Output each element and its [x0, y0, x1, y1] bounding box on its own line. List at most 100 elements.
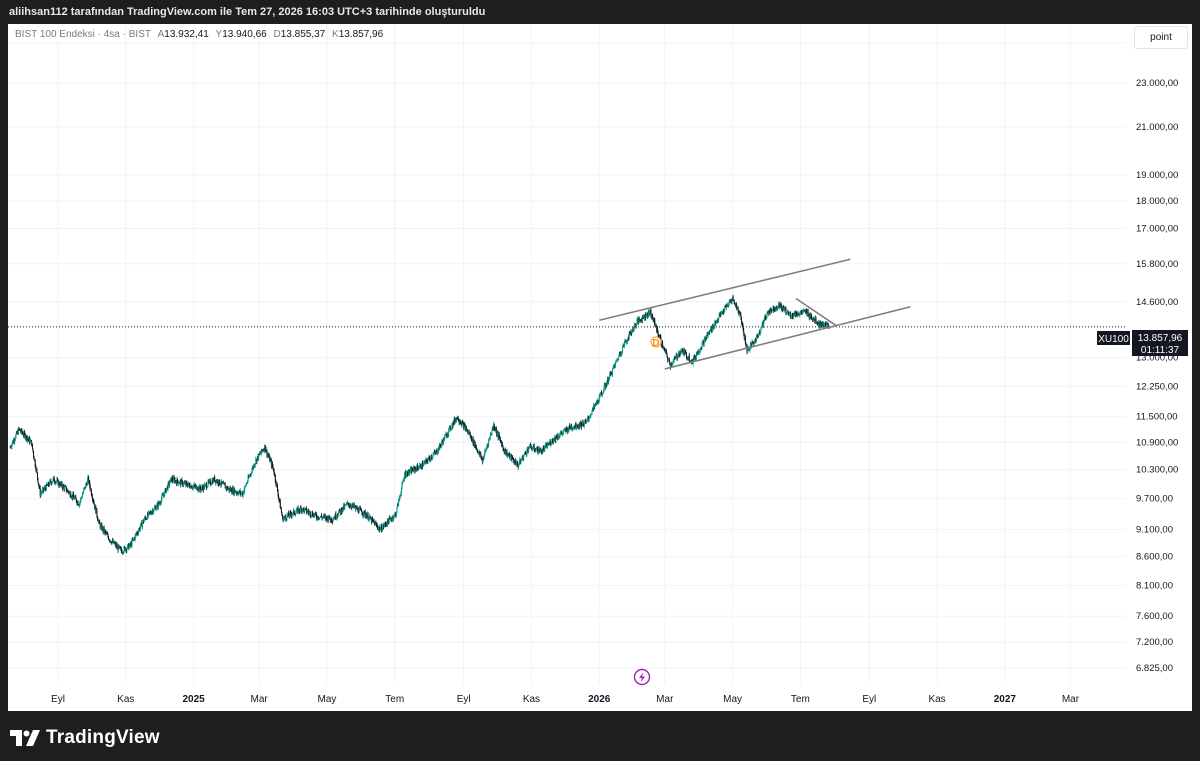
candle-body: [284, 516, 286, 518]
candle-body: [540, 448, 542, 451]
candle-body: [815, 317, 817, 323]
candle-body: [612, 368, 614, 375]
candle-body: [37, 477, 39, 483]
price-tick-label: 8.100,00: [1136, 580, 1173, 591]
low-value: 13.855,37: [280, 29, 326, 40]
candle-body: [685, 352, 687, 358]
candle-body: [432, 454, 434, 458]
price-tick-label: 7.600,00: [1136, 611, 1173, 622]
dividend-marker[interactable]: D: [650, 336, 662, 349]
price-tick-label: 9.700,00: [1136, 494, 1173, 505]
price-tick-label: 19.000,00: [1136, 170, 1178, 181]
candle-body: [420, 464, 422, 469]
candle-body: [560, 432, 562, 434]
candle-body: [169, 482, 171, 485]
time-tick-label: May: [723, 694, 742, 705]
candle-body: [51, 482, 53, 484]
candle-body: [583, 424, 585, 427]
price-tag: XU100 13.857,96 01:11:37: [1097, 330, 1188, 356]
time-tick-label: Tem: [791, 694, 810, 705]
candle-body: [622, 347, 624, 352]
candle-body: [278, 495, 280, 498]
time-tick-label: Eyl: [862, 694, 876, 705]
candle-body: [93, 502, 95, 504]
candle-body: [409, 469, 411, 472]
price-tick-label: 21.000,00: [1136, 122, 1178, 133]
candle-body: [591, 410, 593, 415]
candle-body: [427, 459, 429, 463]
time-tick-label: Kas: [523, 694, 540, 705]
candle-body: [822, 322, 824, 326]
candle-body: [743, 330, 745, 334]
flash-icon[interactable]: [633, 668, 651, 686]
open-value: 13.932,41: [164, 29, 209, 40]
candle-body: [347, 502, 349, 504]
time-axis[interactable]: Eyl Kas 2025 Mar May Tem Eyl Kas 2026 Mar May Tem Ey…: [51, 694, 1080, 705]
attribution-text: aliihsan112 tarafından TradingView.com i…: [9, 6, 486, 18]
candle-body: [367, 514, 369, 520]
price-tick-label: 10.900,00: [1136, 437, 1178, 448]
candle-body: [295, 512, 297, 515]
countdown-label: 01:11:37: [1141, 345, 1180, 356]
candle-body: [402, 481, 404, 482]
scale-mode-button[interactable]: point: [1134, 26, 1188, 49]
candle-body: [514, 460, 516, 465]
candle-body: [766, 312, 768, 318]
candle-body: [523, 455, 525, 460]
candle-body: [264, 445, 266, 451]
candle-body: [429, 457, 431, 460]
ticker-label: XU100: [1098, 334, 1129, 345]
price-tick-label: 17.000,00: [1136, 224, 1178, 235]
price-tick-label: 12.250,00: [1136, 381, 1178, 392]
candle-body: [499, 438, 501, 441]
chart-panel[interactable]: 25.000,0023.000,0021.000,0019.000,0018.0…: [8, 24, 1192, 711]
candle-body: [480, 453, 482, 458]
candle-body: [688, 355, 690, 361]
candle-body: [96, 509, 98, 517]
candles: [9, 294, 830, 555]
last-price-label: 13.857,96: [1138, 333, 1183, 344]
candle-body: [339, 509, 341, 511]
trendlines[interactable]: [599, 258, 911, 370]
price-tick-label: 11.500,00: [1136, 412, 1178, 423]
candle-body: [718, 317, 720, 321]
candle-body: [533, 445, 535, 450]
candle-body: [373, 521, 375, 523]
candle-body: [332, 519, 334, 522]
candle-body: [799, 312, 801, 315]
candle-body: [140, 523, 142, 528]
price-tick-label: 10.300,00: [1136, 465, 1178, 476]
candle-body: [36, 469, 38, 473]
candle-body: [444, 435, 446, 440]
price-tick-label: 7.200,00: [1136, 637, 1173, 648]
time-tick-label: Tem: [385, 694, 404, 705]
candle-body: [77, 501, 79, 505]
time-tick-label: May: [317, 694, 336, 705]
candle-body: [219, 479, 221, 485]
candle-body: [400, 488, 402, 494]
candle-body: [603, 385, 605, 391]
candle-body: [153, 507, 155, 511]
price-tick-label: 18.000,00: [1136, 196, 1178, 207]
price-tick-label: 23.000,00: [1136, 78, 1178, 89]
candle-body: [272, 466, 274, 469]
time-tick-label: Kas: [928, 694, 945, 705]
candle-body: [33, 456, 35, 461]
time-tick-label: Kas: [117, 694, 134, 705]
candle-body: [778, 303, 780, 306]
candle-body: [156, 504, 158, 508]
time-tick-label: Mar: [251, 694, 269, 705]
candle-body: [33, 451, 35, 457]
dividend-marker-label: D: [652, 338, 659, 349]
close-key: K: [332, 29, 339, 40]
candle-body: [176, 478, 178, 482]
candle-body: [31, 443, 33, 449]
grid: [8, 24, 1126, 684]
candle-body: [64, 486, 66, 490]
candle-body: [678, 352, 680, 355]
price-chart[interactable]: 25.000,0023.000,0021.000,0019.000,0018.0…: [8, 24, 1192, 711]
tradingview-logo[interactable]: TradingView: [10, 727, 160, 749]
candle-body: [627, 340, 629, 342]
candle-body: [36, 472, 38, 478]
time-tick-label: Eyl: [51, 694, 65, 705]
